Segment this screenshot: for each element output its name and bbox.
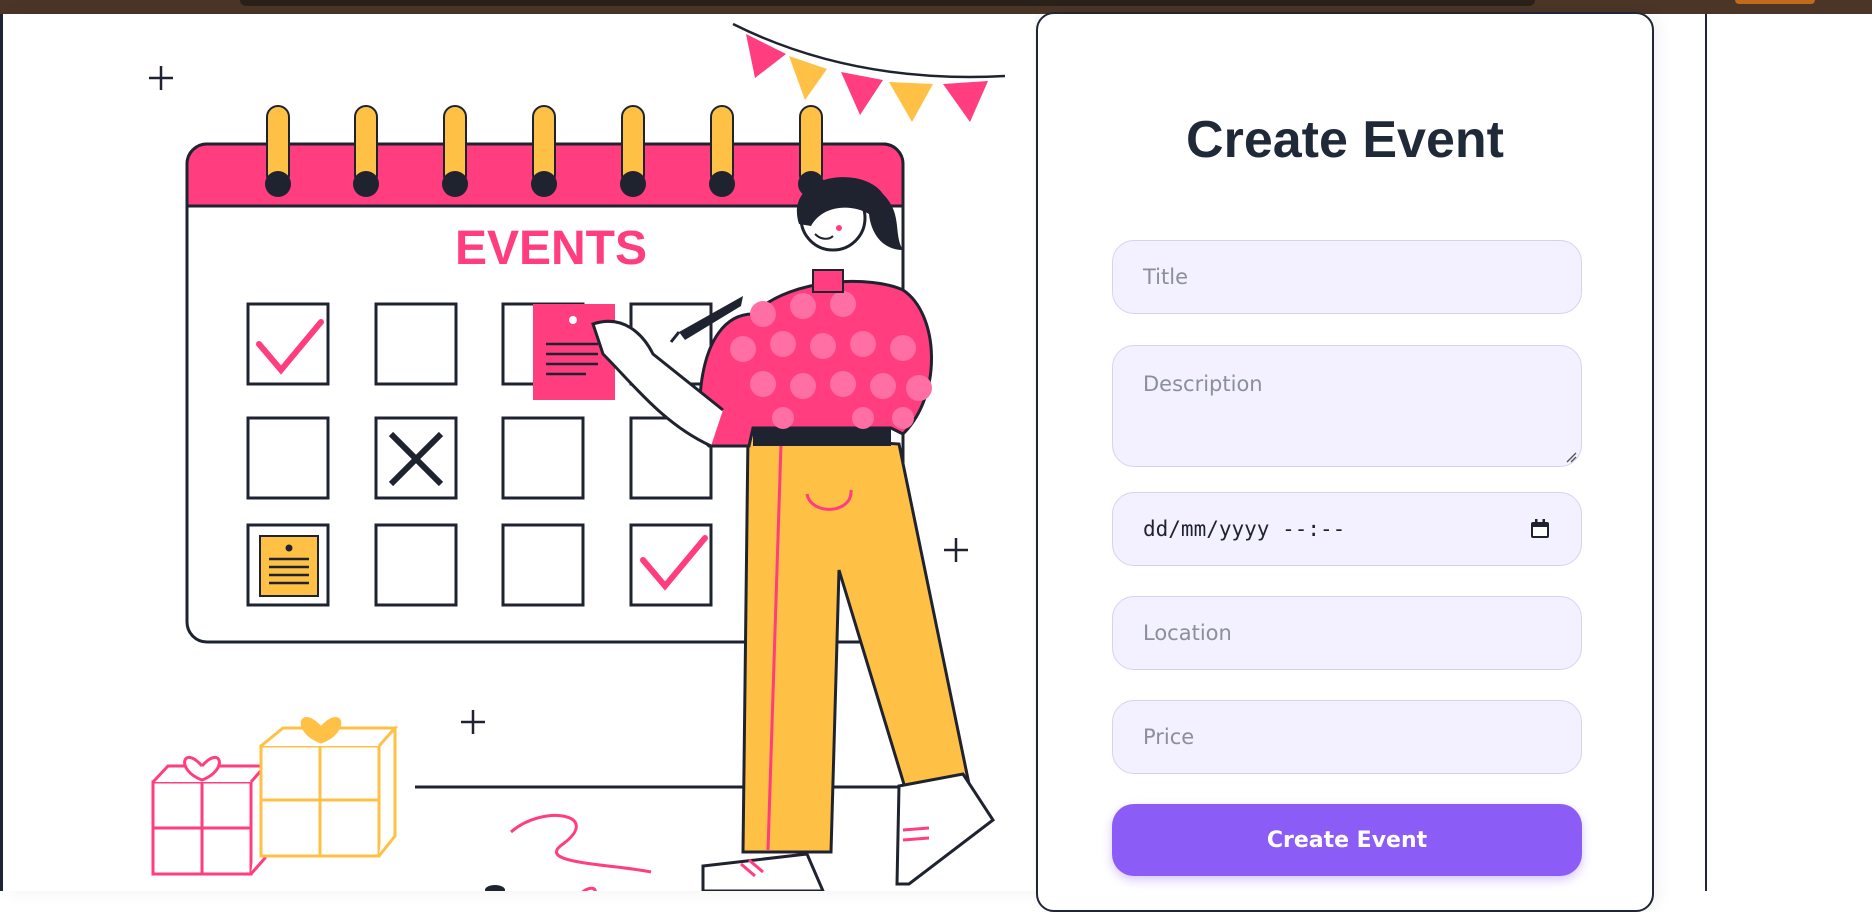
title-placeholder: Title [1143,265,1189,289]
create-event-button[interactable]: Create Event [1112,804,1582,876]
events-illustration: EVENTS [149,22,1006,891]
create-event-card: Create Event Title Description dd/mm/yyy… [1036,12,1654,912]
price-placeholder: Price [1143,725,1195,749]
form-title: Create Event [1186,111,1504,169]
price-input[interactable]: Price [1112,700,1582,774]
location-input[interactable]: Location [1112,596,1582,670]
calendar-heading: EVENTS [455,222,647,275]
resize-grip-icon[interactable] [1565,451,1577,463]
illustration-panel: EVENTS [3,14,1035,891]
calendar-picker-icon[interactable] [1529,518,1551,540]
description-textarea[interactable]: Description [1112,345,1582,467]
location-placeholder: Location [1143,621,1232,645]
right-divider [1705,14,1707,891]
top-bar-pill [240,0,1535,6]
datetime-placeholder: dd/mm/yyyy --:-- [1143,517,1346,541]
title-input[interactable]: Title [1112,240,1582,314]
description-placeholder: Description [1143,372,1263,396]
top-bar-accent [1735,0,1815,4]
datetime-input[interactable]: dd/mm/yyyy --:-- [1112,492,1582,566]
